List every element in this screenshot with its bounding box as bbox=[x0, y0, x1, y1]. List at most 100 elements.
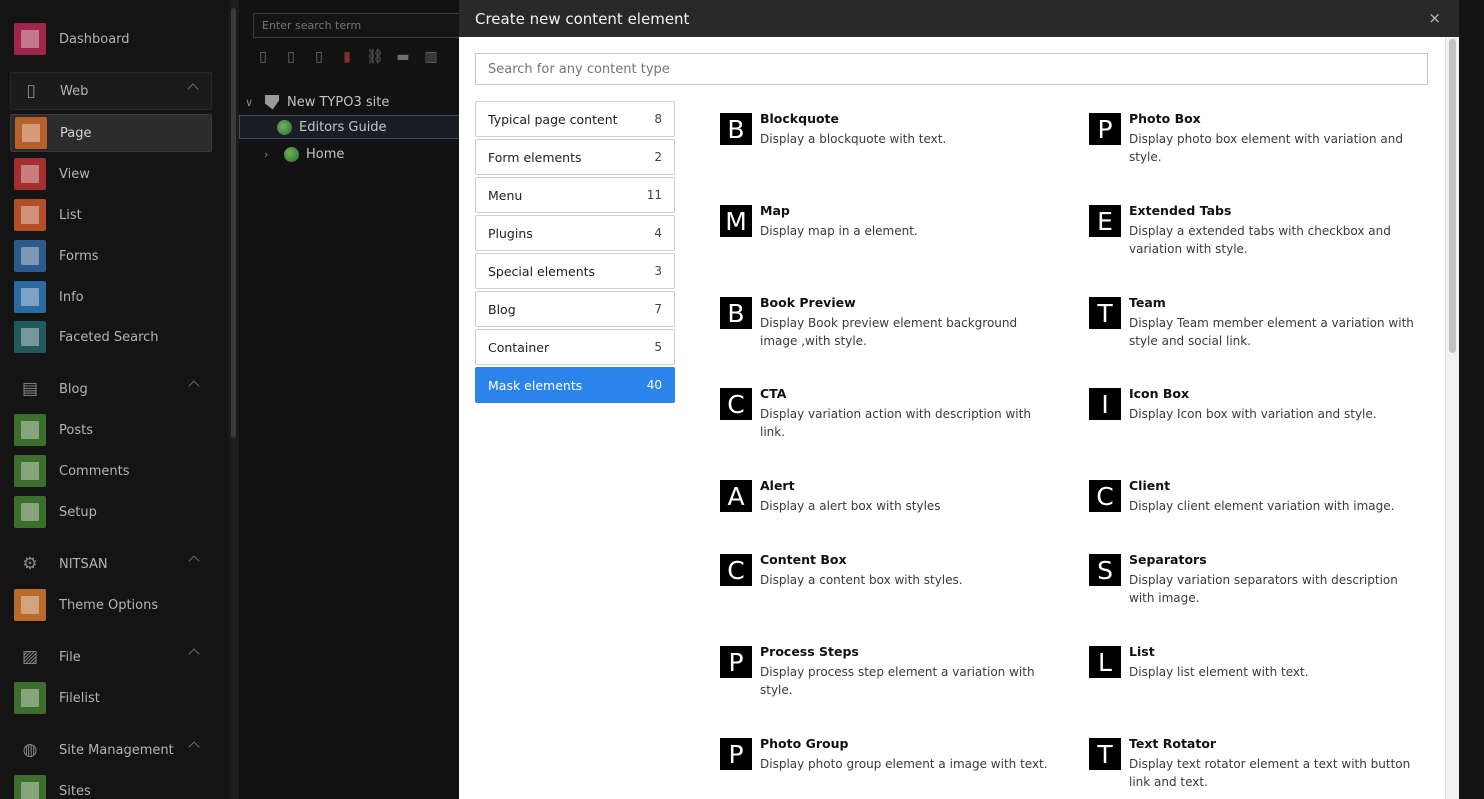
content-element-description: Display client element variation with im… bbox=[1129, 499, 1395, 513]
tab-form-elements[interactable]: Form elements 2 bbox=[475, 139, 675, 175]
modal-scrollbar-thumb[interactable] bbox=[1449, 39, 1456, 353]
sidebar-item-posts[interactable]: Posts bbox=[10, 411, 212, 449]
content-element-extended-tabs[interactable]: E Extended Tabs Display a extended tabs wi… bbox=[1089, 203, 1419, 283]
sidebar-item-theme-options[interactable]: Theme Options bbox=[10, 586, 212, 624]
new-page-delete-icon[interactable]: ▮ bbox=[337, 48, 357, 66]
folder-icon[interactable]: ▬ bbox=[393, 48, 413, 66]
content-element-text: Map Display map in a element. bbox=[760, 203, 918, 283]
content-element-alert[interactable]: A Alert Display a alert box with styles bbox=[720, 478, 1050, 558]
sidebar-item-label: Posts bbox=[59, 422, 93, 438]
sidebar-group-file[interactable]: ▨ File bbox=[10, 638, 212, 676]
tab-typical-page-content[interactable]: Typical page content 8 bbox=[475, 101, 675, 137]
sidebar-group-label: Site Management bbox=[59, 742, 174, 758]
tree-node-home[interactable]: › Home bbox=[264, 142, 344, 166]
sidebar-item-label: Setup bbox=[59, 504, 97, 520]
content-element-blockquote[interactable]: B Blockquote Display a blockquote with tex… bbox=[720, 111, 1050, 191]
tab-count-badge: 3 bbox=[654, 264, 662, 278]
globe-icon bbox=[284, 146, 299, 162]
letter-icon: P bbox=[1089, 113, 1121, 145]
content-element-name: Client bbox=[1129, 478, 1171, 493]
chevron-up-icon[interactable] bbox=[188, 555, 200, 567]
content-type-search-input[interactable] bbox=[475, 53, 1428, 85]
content-element-process-steps[interactable]: P Process Steps Display process step eleme… bbox=[720, 644, 1050, 724]
content-element-name: Icon Box bbox=[1129, 386, 1190, 401]
content-element-client[interactable]: C Client Display client element variation … bbox=[1089, 478, 1419, 558]
sidebar-item-dashboard[interactable]: Dashboard bbox=[10, 20, 212, 58]
sidebar-scrollbar-thumb[interactable] bbox=[231, 8, 236, 438]
content-element-text-rotator[interactable]: T Text Rotator Display text rotator elemen… bbox=[1089, 736, 1419, 799]
sidebar-scrollbar[interactable] bbox=[229, 0, 239, 799]
sidebar-item-label: Forms bbox=[59, 248, 99, 264]
content-element-list[interactable]: L List Display list element with text. bbox=[1089, 644, 1419, 724]
new-page-inside-icon[interactable]: ▯ bbox=[309, 48, 329, 66]
tree-node-editors-guide[interactable]: Editors Guide bbox=[239, 115, 461, 139]
chevron-up-icon[interactable] bbox=[188, 648, 200, 660]
chevron-up-icon[interactable] bbox=[188, 380, 200, 392]
filelist-icon bbox=[14, 682, 46, 714]
content-element-book-preview[interactable]: B Book Preview Display Book preview elemen… bbox=[720, 295, 1050, 375]
sidebar-item-info[interactable]: Info bbox=[10, 278, 212, 316]
newspaper-icon: ▤ bbox=[21, 379, 39, 399]
tab-count-badge: 8 bbox=[654, 112, 662, 126]
collapse-chevron-icon[interactable]: ∨ bbox=[245, 96, 257, 109]
sidebar-item-page[interactable]: Page bbox=[10, 114, 212, 152]
content-element-photo-group[interactable]: P Photo Group Display photo group element … bbox=[720, 736, 1050, 799]
content-element-photo-box[interactable]: P Photo Box Display photo box element with… bbox=[1089, 111, 1419, 191]
content-element-cta[interactable]: C CTA Display variation action with descri… bbox=[720, 386, 1050, 466]
sidebar-item-sites[interactable]: Sites bbox=[10, 772, 212, 799]
content-element-text: Team Display Team member element a variat… bbox=[1129, 295, 1419, 375]
sidebar-item-label: List bbox=[59, 207, 82, 223]
letter-icon: T bbox=[1089, 297, 1121, 329]
sidebar-item-faceted-search[interactable]: Faceted Search bbox=[10, 318, 212, 356]
tree-search-input[interactable] bbox=[253, 13, 461, 38]
chevron-up-icon[interactable] bbox=[188, 741, 200, 753]
globe-icon bbox=[277, 119, 292, 135]
sidebar-item-setup[interactable]: Setup bbox=[10, 493, 212, 531]
sidebar-group-web[interactable]: ▯ Web bbox=[10, 72, 212, 110]
dashboard-icon bbox=[14, 23, 46, 55]
sidebar-item-label: Dashboard bbox=[59, 31, 130, 47]
content-element-team[interactable]: T Team Display Team member element a varia… bbox=[1089, 295, 1419, 375]
content-element-content-box[interactable]: C Content Box Display a content box with s… bbox=[720, 552, 1050, 632]
content-element-map[interactable]: M Map Display map in a element. bbox=[720, 203, 1050, 283]
comments-icon bbox=[14, 455, 46, 487]
content-element-name: CTA bbox=[760, 386, 787, 401]
content-element-icon-box[interactable]: I Icon Box Display Icon box with variation… bbox=[1089, 386, 1419, 466]
binoculars-icon bbox=[14, 321, 46, 353]
tab-plugins[interactable]: Plugins 4 bbox=[475, 215, 675, 251]
tab-label: Container bbox=[488, 339, 550, 355]
sidebar-group-blog[interactable]: ▤ Blog bbox=[10, 370, 212, 408]
sidebar-group-label: NITSAN bbox=[59, 556, 108, 572]
close-icon[interactable]: × bbox=[1428, 9, 1441, 27]
tree-node-label: New TYPO3 site bbox=[287, 94, 390, 110]
sidebar-item-comments[interactable]: Comments bbox=[10, 452, 212, 490]
tab-special-elements[interactable]: Special elements 3 bbox=[475, 253, 675, 289]
expand-chevron-icon[interactable]: › bbox=[264, 148, 276, 161]
sidebar-item-forms[interactable]: Forms bbox=[10, 237, 212, 275]
chevron-up-icon[interactable] bbox=[187, 83, 199, 95]
tab-blog[interactable]: Blog 7 bbox=[475, 291, 675, 327]
sidebar-item-view[interactable]: View bbox=[10, 155, 212, 193]
sidebar-item-filelist[interactable]: Filelist bbox=[10, 679, 212, 717]
link-icon[interactable]: ⛓ bbox=[365, 48, 385, 66]
content-element-name: Process Steps bbox=[760, 644, 859, 659]
content-element-description: Display photo box element with variation… bbox=[1129, 132, 1404, 164]
content-element-name: Separators bbox=[1129, 552, 1207, 567]
modal-scrollbar[interactable] bbox=[1445, 37, 1459, 799]
tab-container[interactable]: Container 5 bbox=[475, 329, 675, 365]
tab-mask-elements[interactable]: Mask elements 40 bbox=[475, 367, 675, 403]
tab-label: Special elements bbox=[488, 263, 596, 279]
sidebar-group-label: File bbox=[59, 649, 81, 665]
sidebar-group-site-management[interactable]: ◍ Site Management bbox=[10, 731, 212, 769]
content-element-separators[interactable]: S Separators Display variation separators … bbox=[1089, 552, 1419, 632]
letter-icon: P bbox=[720, 738, 752, 770]
content-element-name: List bbox=[1129, 644, 1155, 659]
tab-label: Mask elements bbox=[488, 377, 583, 393]
sidebar-group-nitsan[interactable]: ⚙ NITSAN bbox=[10, 545, 212, 583]
sidebar-item-list[interactable]: List bbox=[10, 196, 212, 234]
new-page-icon[interactable]: ▯ bbox=[253, 48, 273, 66]
tab-menu[interactable]: Menu 11 bbox=[475, 177, 675, 213]
tree-node-root[interactable]: ∨ New TYPO3 site bbox=[245, 90, 389, 114]
trash-icon[interactable]: ▥ bbox=[421, 48, 441, 66]
new-page-plus-icon[interactable]: ▯ bbox=[281, 48, 301, 66]
